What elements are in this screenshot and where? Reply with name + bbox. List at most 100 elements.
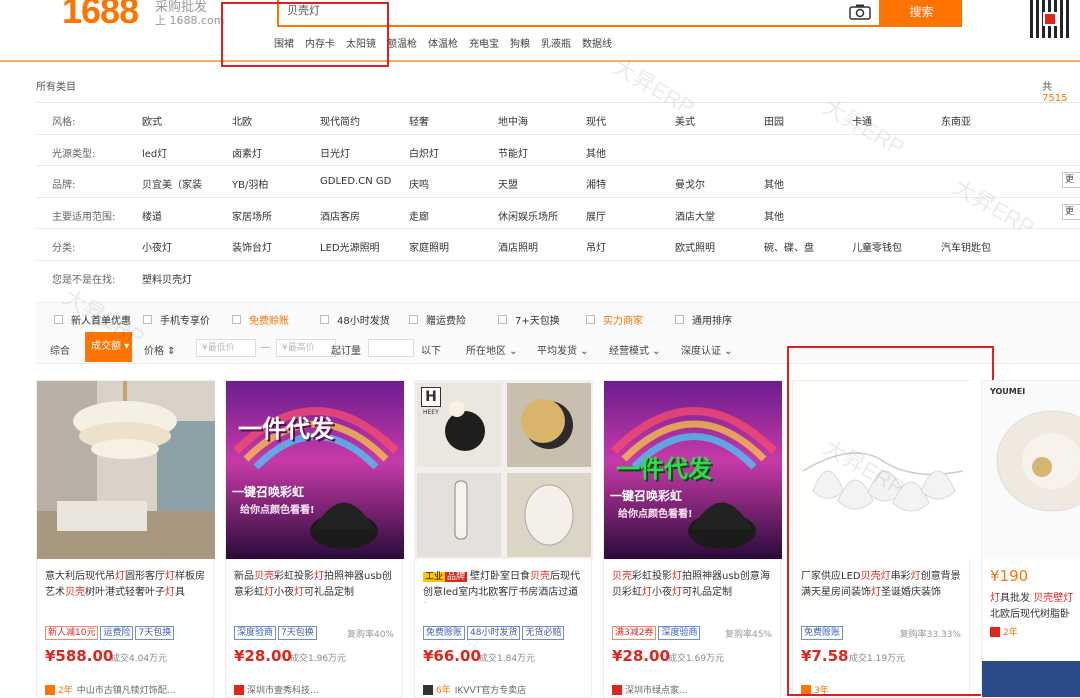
filter-option[interactable]: 酒店客房 — [320, 208, 360, 223]
filter-option[interactable]: LED光源照明 — [320, 239, 380, 254]
filter-option[interactable]: 展厅 — [586, 208, 606, 223]
hot-word[interactable]: 数据线 — [582, 35, 612, 50]
shop-icon — [234, 684, 244, 695]
filter-option[interactable]: 卡通 — [852, 113, 872, 128]
location-dropdown[interactable]: 所在地区 ⌄ — [466, 342, 518, 357]
checkbox-mobile-price[interactable]: 手机专享价 — [143, 312, 210, 327]
all-categories-link[interactable]: 所有类目 — [36, 78, 76, 93]
checkbox-new-user[interactable]: 新人首单优惠 — [54, 312, 131, 327]
filter-option[interactable]: 其他 — [586, 145, 606, 160]
filter-option[interactable]: 酒店大堂 — [675, 208, 715, 223]
search-button[interactable]: 搜索 — [881, 0, 962, 27]
checkbox-general-sort[interactable]: 通用排序 — [675, 312, 732, 327]
filter-option[interactable]: 庆鸣 — [409, 176, 429, 191]
filter-option[interactable]: 吊灯 — [586, 239, 606, 254]
shop-name[interactable]: 2年 中山市古镇凡犊灯饰配... — [45, 683, 209, 696]
filter-option[interactable]: 日光灯 — [320, 145, 350, 160]
product-title[interactable]: 贝壳彩虹投影灯拍照神器usb创意海贝彩虹灯小夜灯可礼品定制 — [612, 569, 776, 603]
filter-option[interactable]: 现代简约 — [320, 113, 360, 128]
filter-option[interactable]: 白炽灯 — [409, 145, 439, 160]
shop-name[interactable]: 深圳市壹秀科技... — [234, 683, 398, 696]
min-price-input[interactable]: ¥最低价 — [196, 339, 256, 357]
filter-option[interactable]: 湘特 — [586, 176, 606, 191]
checkbox-7day-exchange[interactable]: 7+天包换 — [498, 312, 560, 327]
filter-option[interactable]: 节能灯 — [498, 145, 528, 160]
filter-option[interactable]: 家庭照明 — [409, 239, 449, 254]
hot-word[interactable]: 狗粮 — [510, 35, 530, 50]
product-image[interactable]: H HEEY — [415, 381, 593, 559]
sort-default[interactable]: 综合 — [50, 342, 70, 357]
brand-logo-text: H — [421, 387, 441, 407]
filter-option[interactable]: 酒店照明 — [498, 239, 538, 254]
filter-option[interactable]: 北欧 — [232, 113, 252, 128]
product-image[interactable]: 一件代发 一键召唤彩虹 给你点颜色看看! — [226, 381, 404, 559]
filter-option[interactable]: 楼道 — [142, 208, 162, 223]
filter-option[interactable]: 汽车钥匙包 — [941, 239, 991, 254]
filter-label: 主要适用范围: — [52, 211, 116, 223]
filter-option[interactable]: 地中海 — [498, 113, 528, 128]
product-card[interactable]: 意大利后现代吊灯圆形客厅灯样板房艺术贝壳树叶港式轻奢叶子灯具 新人减10元 运费… — [36, 380, 215, 698]
filter-option[interactable]: 塑料贝壳灯 — [142, 271, 192, 286]
hot-word[interactable]: 体温枪 — [428, 35, 458, 50]
filter-option[interactable]: 其他 — [764, 176, 784, 191]
checkbox-strong-merchant[interactable]: 实力商家 — [586, 312, 643, 327]
product-image[interactable] — [37, 381, 215, 559]
filter-option[interactable]: 东南亚 — [941, 113, 971, 128]
tag: 深度验商 — [658, 626, 701, 640]
more-scope-button[interactable]: 更多 — [1062, 204, 1080, 220]
filter-option[interactable]: 家居场所 — [232, 208, 272, 223]
badge-industry: 工业 — [423, 572, 446, 582]
sort-by-turnover[interactable]: 成交额 ▾ — [85, 332, 132, 362]
sort-by-price[interactable]: 价格 ⇕ — [144, 342, 176, 357]
filter-option[interactable]: 小夜灯 — [142, 239, 172, 254]
filter-option[interactable]: 儿童零钱包 — [852, 239, 902, 254]
filter-option[interactable]: 天盟 — [498, 176, 518, 191]
site-logo[interactable]: 1688 — [62, 0, 139, 32]
product-title[interactable]: 灯具批发 贝壳壁灯北欧后现代树脂卧 — [990, 591, 1080, 625]
product-card[interactable]: YOUMEI ¥190 灯具批发 贝壳壁灯北欧后现代树脂卧 2年 — [981, 380, 1080, 698]
filter-option[interactable]: 欧式照明 — [675, 239, 715, 254]
tag: 7天包换 — [135, 626, 175, 640]
filter-option[interactable]: 装饰台灯 — [232, 239, 272, 254]
filter-option[interactable]: 曼戈尔 — [675, 176, 705, 191]
filter-option[interactable]: GDLED.CN GD — [320, 176, 391, 187]
filter-option[interactable]: 贝宜美（家装 — [142, 176, 202, 191]
product-image[interactable]: 一件代发 一键召唤彩虹 给你点颜色看看! — [604, 381, 782, 559]
filter-option[interactable]: 轻奢 — [409, 113, 429, 128]
product-title[interactable]: 意大利后现代吊灯圆形客厅灯样板房艺术贝壳树叶港式轻奢叶子灯具 — [45, 569, 209, 603]
shop-name[interactable]: 2年 — [990, 625, 1080, 638]
shop-name[interactable]: 6年 IKVVT官方专卖店 — [423, 683, 587, 696]
filter-option[interactable]: 欧式 — [142, 113, 162, 128]
filter-option[interactable]: 田园 — [764, 113, 784, 128]
filter-option[interactable]: 现代 — [586, 113, 606, 128]
filter-option[interactable]: 走廊 — [409, 208, 429, 223]
camera-icon[interactable] — [849, 4, 871, 20]
shop-name[interactable]: 深圳市绿点家... — [612, 683, 776, 696]
more-brand-button[interactable]: 更多 — [1062, 172, 1080, 188]
filter-option[interactable]: 其他 — [764, 208, 784, 223]
filter-option[interactable]: YB/羽柏 — [232, 176, 268, 191]
checkbox-48h-ship[interactable]: 48小时发货 — [320, 312, 390, 327]
max-price-input[interactable]: ¥最高价 — [276, 339, 336, 357]
filter-option[interactable]: 美式 — [675, 113, 695, 128]
product-card[interactable]: 一件代发 一键召唤彩虹 给你点颜色看看! 新品贝壳彩虹投影灯拍照神器usb创意彩… — [225, 380, 404, 698]
certification-dropdown[interactable]: 深度认证 ⌄ — [681, 342, 733, 357]
hot-word[interactable]: 充电宝 — [469, 35, 499, 50]
product-card[interactable]: 一件代发 一键召唤彩虹 给你点颜色看看! 贝壳彩虹投影灯拍照神器usb创意海贝彩… — [603, 380, 782, 698]
product-image-next[interactable] — [982, 661, 1080, 697]
hot-word[interactable]: 额温枪 — [387, 35, 417, 50]
filter-option[interactable]: 休闲娱乐场所 — [498, 208, 558, 223]
shipping-dropdown[interactable]: 平均发货 ⌄ — [537, 342, 589, 357]
product-title[interactable]: 工业品牌壁灯卧室日食贝壳后现代创意led室内北欧客厅书房酒店过道灯 — [423, 569, 587, 603]
checkbox-freight-insurance[interactable]: 赠运费险 — [409, 312, 466, 327]
filter-option[interactable]: 碗、碟、盘 — [764, 239, 814, 254]
filter-option[interactable]: 卤素灯 — [232, 145, 262, 160]
min-order-input[interactable] — [368, 339, 414, 357]
product-card[interactable]: H HEEY 工业品牌壁灯卧室日食贝壳后现代创意led室内北欧客厅书房酒店过道灯… — [414, 380, 593, 698]
product-image[interactable]: YOUMEI — [982, 381, 1080, 559]
business-mode-dropdown[interactable]: 经营模式 ⌄ — [609, 342, 661, 357]
product-title[interactable]: 新品贝壳彩虹投影灯拍照神器usb创意彩虹灯小夜灯可礼品定制 — [234, 569, 398, 603]
checkbox-free-credit[interactable]: 免费赊账 — [232, 312, 289, 327]
filter-option[interactable]: led灯 — [142, 145, 167, 160]
hot-word[interactable]: 乳液瓶 — [541, 35, 571, 50]
